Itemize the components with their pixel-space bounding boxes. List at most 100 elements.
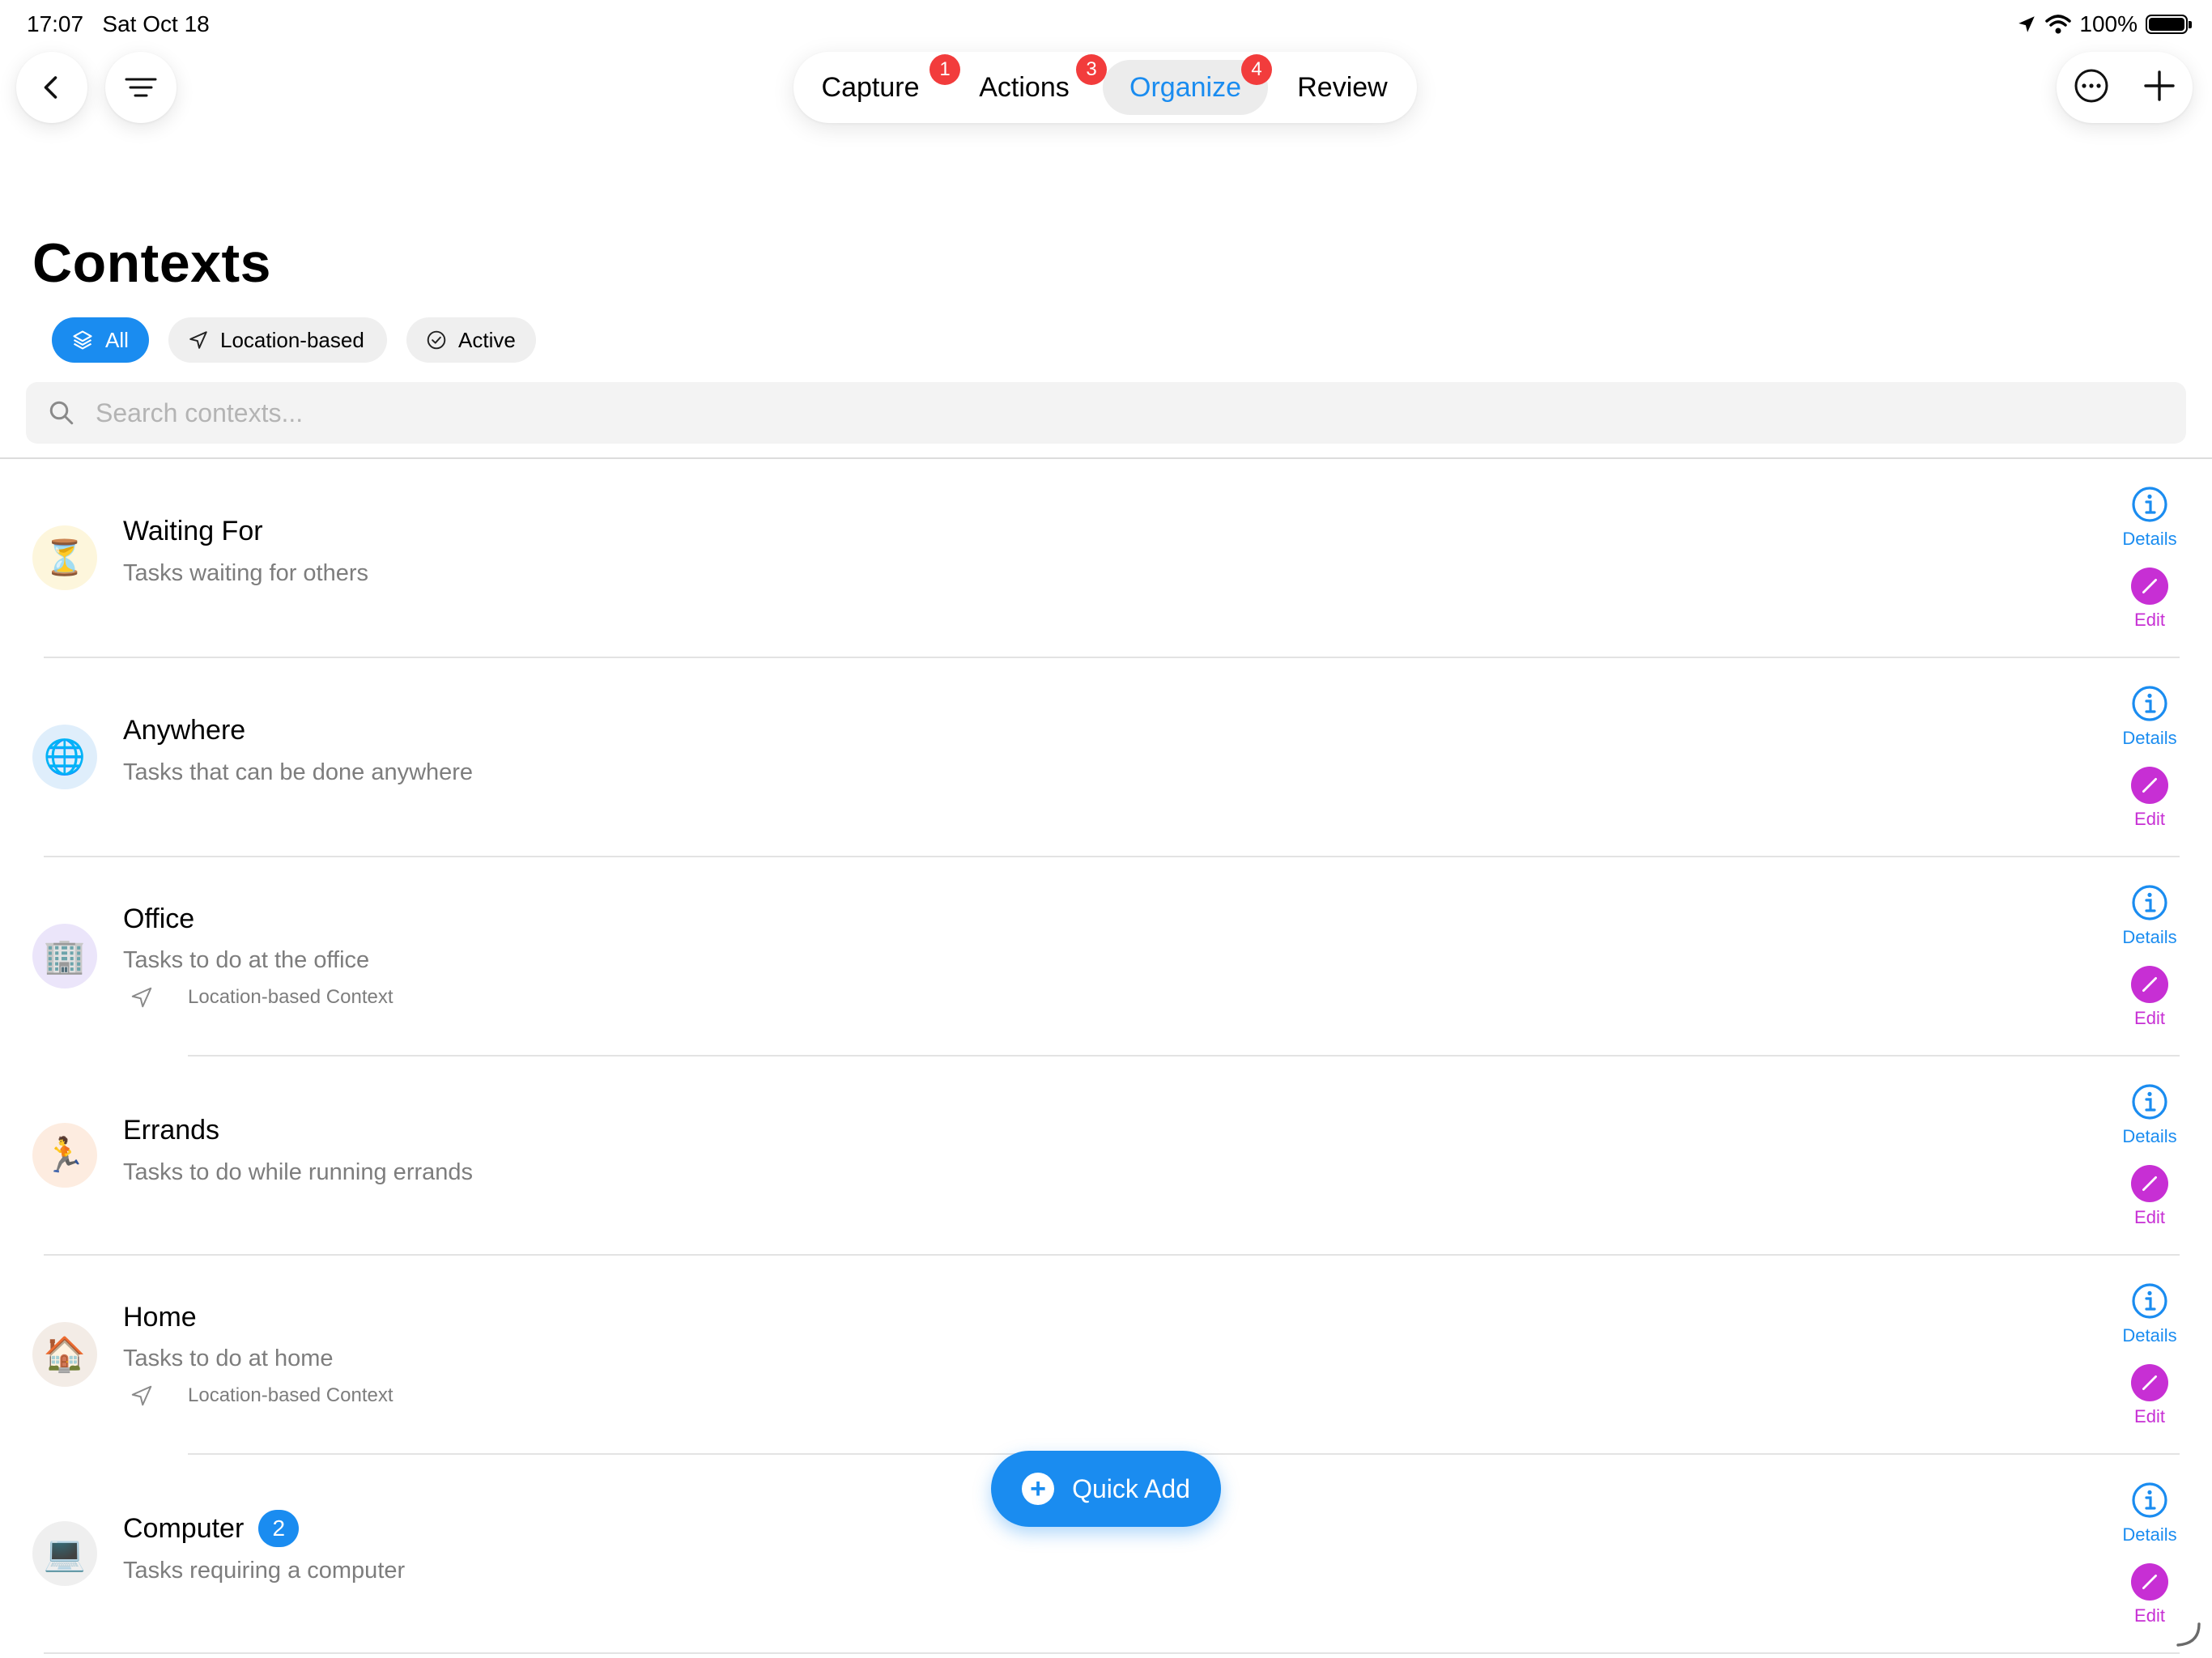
edit-label: Edit: [2134, 610, 2165, 630]
tab-review[interactable]: Review: [1286, 60, 1399, 115]
row-divider: [44, 1652, 2180, 1654]
edit-label: Edit: [2134, 1605, 2165, 1626]
info-circle-icon: [2132, 885, 2167, 920]
check-circle-icon: [427, 330, 446, 350]
context-row-errands[interactable]: 🏃 Errands Tasks to do while running erra…: [0, 1056, 2212, 1256]
filter-chip-all[interactable]: All: [52, 317, 149, 363]
context-emoji-icon: 🏃: [32, 1123, 97, 1188]
context-title: Office: [123, 903, 194, 935]
info-circle-icon: [2132, 487, 2167, 522]
edit-button[interactable]: Edit: [2105, 966, 2194, 1029]
tab-label: Organize: [1129, 71, 1241, 103]
page-title: Contexts: [32, 232, 271, 294]
plus-icon: [2144, 70, 2175, 101]
search-icon: [49, 401, 74, 425]
context-title: Anywhere: [123, 715, 245, 746]
pencil-icon: [2131, 767, 2168, 804]
details-button[interactable]: Details: [2105, 883, 2194, 948]
search-bar: [26, 382, 2186, 444]
context-row-office[interactable]: 🏢 Office Tasks to do at the office Locat…: [0, 857, 2212, 1056]
edit-label: Edit: [2134, 809, 2165, 829]
context-name: Errands: [123, 1115, 220, 1146]
globe-icon: 🌐: [43, 737, 87, 776]
runner-icon: 🏃: [43, 1135, 87, 1174]
filter-lines-icon: [125, 78, 157, 97]
details-label: Details: [2122, 728, 2177, 748]
chip-label: All: [105, 327, 129, 352]
wifi-icon: [2045, 15, 2072, 34]
details-button[interactable]: Details: [2105, 1481, 2194, 1545]
status-bar-time: 17:07 Sat Oct 18: [27, 11, 210, 37]
context-description: Tasks to do at the office: [123, 947, 370, 973]
context-description: Tasks requiring a computer: [123, 1558, 406, 1584]
context-title: Home: [123, 1302, 197, 1333]
info-circle-icon: [2132, 1084, 2167, 1120]
context-name: Anywhere: [123, 715, 246, 746]
context-title: Errands: [123, 1115, 219, 1146]
laptop-icon: 💻: [43, 1533, 87, 1572]
edit-label: Edit: [2134, 1008, 2165, 1028]
context-row-waiting-for[interactable]: ⏳ Waiting For Tasks waiting for others D…: [0, 459, 2212, 658]
hourglass-icon: ⏳: [43, 538, 87, 576]
tab-badge: 3: [1076, 54, 1107, 85]
context-row-home[interactable]: 🏠 Home Tasks to do at home Location-base…: [0, 1256, 2212, 1455]
search-input[interactable]: [94, 397, 2121, 429]
location-arrow-icon: [131, 1385, 152, 1406]
add-button[interactable]: [2142, 69, 2176, 107]
pencil-icon: [2131, 568, 2168, 605]
tab-label: Capture: [821, 71, 920, 103]
context-emoji-icon: 🌐: [32, 725, 97, 789]
context-name: Office: [123, 903, 195, 934]
details-label: Details: [2122, 1126, 2177, 1146]
info-circle-icon: [2132, 686, 2167, 721]
context-emoji-icon: 💻: [32, 1521, 97, 1586]
details-label: Details: [2122, 529, 2177, 549]
more-button[interactable]: [2073, 67, 2110, 108]
quick-add-label: Quick Add: [1072, 1473, 1190, 1503]
edit-button[interactable]: Edit: [2105, 1563, 2194, 1626]
office-building-icon: 🏢: [43, 936, 87, 975]
house-icon: 🏠: [43, 1334, 87, 1373]
context-title: Waiting For: [123, 516, 263, 547]
ellipsis-circle-icon: [2074, 69, 2108, 102]
tab-label: Review: [1297, 71, 1388, 103]
context-row-anywhere[interactable]: 🌐 Anywhere Tasks that can be done anywhe…: [0, 658, 2212, 857]
details-label: Details: [2122, 1524, 2177, 1545]
location-label: Location-based Context: [188, 1384, 393, 1406]
status-time: 17:07: [27, 11, 84, 36]
location-context-indicator: Location-based Context: [130, 1384, 393, 1408]
quick-add-button[interactable]: + Quick Add: [991, 1451, 1221, 1527]
edit-button[interactable]: Edit: [2105, 568, 2194, 631]
details-label: Details: [2122, 927, 2177, 947]
filter-chip-location-based[interactable]: Location-based: [168, 317, 387, 363]
resize-handle-icon[interactable]: [2175, 1621, 2202, 1648]
context-emoji-icon: 🏢: [32, 924, 97, 988]
edit-button[interactable]: Edit: [2105, 1165, 2194, 1228]
context-emoji-icon: ⏳: [32, 525, 97, 590]
context-name: Computer: [123, 1512, 245, 1544]
edit-button[interactable]: Edit: [2105, 767, 2194, 830]
edit-button[interactable]: Edit: [2105, 1364, 2194, 1427]
battery-percent: 100%: [2079, 11, 2138, 36]
location-context-indicator: Location-based Context: [130, 985, 393, 1010]
context-description: Tasks to do while running errands: [123, 1159, 474, 1185]
status-date: Sat Oct 18: [102, 11, 210, 36]
tab-actions[interactable]: Actions: [967, 60, 1082, 115]
task-count-badge: 2: [258, 1510, 300, 1547]
details-button[interactable]: Details: [2105, 1282, 2194, 1346]
context-name: Waiting For: [123, 516, 263, 546]
chevron-left-icon: [44, 76, 57, 99]
chip-label: Active: [458, 327, 516, 352]
pencil-icon: [2131, 1364, 2168, 1401]
tab-capture[interactable]: Capture: [815, 60, 926, 115]
location-services-icon: [2018, 16, 2035, 32]
filter-chip-active[interactable]: Active: [406, 317, 536, 363]
details-button[interactable]: Details: [2105, 1082, 2194, 1147]
details-button[interactable]: Details: [2105, 684, 2194, 749]
edit-label: Edit: [2134, 1406, 2165, 1426]
tab-badge: 4: [1241, 54, 1272, 85]
details-button[interactable]: Details: [2105, 485, 2194, 550]
location-arrow-icon: [189, 331, 207, 349]
filter-menu-button[interactable]: [105, 52, 177, 123]
back-button[interactable]: [16, 52, 87, 123]
